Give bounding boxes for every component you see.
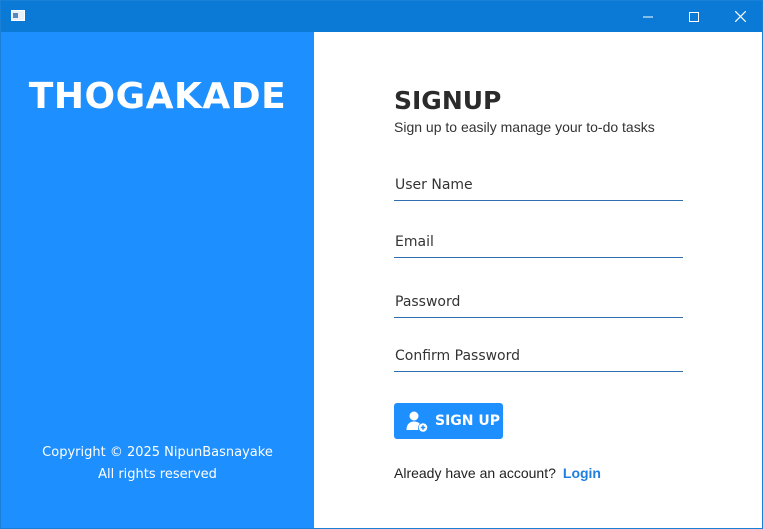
maximize-button[interactable] — [671, 1, 717, 32]
confirm-password-field[interactable] — [394, 340, 683, 372]
email-field[interactable] — [394, 226, 683, 258]
form-subtitle: Sign up to easily manage your to-do task… — [394, 119, 655, 135]
rights-line: All rights reserved — [98, 467, 217, 482]
password-field[interactable] — [394, 286, 683, 318]
user-plus-icon — [406, 411, 428, 432]
account-prompt-text: Already have an account? — [394, 465, 556, 481]
username-field[interactable] — [394, 169, 683, 201]
login-link[interactable]: Login — [563, 465, 601, 481]
minimize-button[interactable] — [625, 1, 671, 32]
minimize-icon — [643, 16, 653, 17]
brand-panel: THOGAKADE Copyright © 2025 NipunBasnayak… — [1, 32, 314, 528]
close-icon — [734, 11, 746, 22]
login-prompt: Already have an account? Login — [394, 465, 601, 481]
brand-title: THOGAKADE — [28, 76, 287, 117]
maximize-icon — [689, 11, 699, 22]
form-title: SIGNUP — [394, 86, 502, 115]
signup-button[interactable]: SIGN UP — [394, 403, 503, 439]
app-icon — [11, 10, 25, 21]
copyright-line: Copyright © 2025 NipunBasnayake — [42, 445, 273, 460]
signup-button-label: SIGN UP — [435, 413, 501, 429]
signup-form: SIGNUP Sign up to easily manage your to-… — [314, 32, 762, 528]
close-button[interactable] — [717, 1, 762, 32]
copyright-notice: Copyright © 2025 NipunBasnayake All righ… — [1, 442, 314, 486]
title-bar — [1, 1, 762, 32]
app-window: THOGAKADE Copyright © 2025 NipunBasnayak… — [0, 0, 763, 529]
